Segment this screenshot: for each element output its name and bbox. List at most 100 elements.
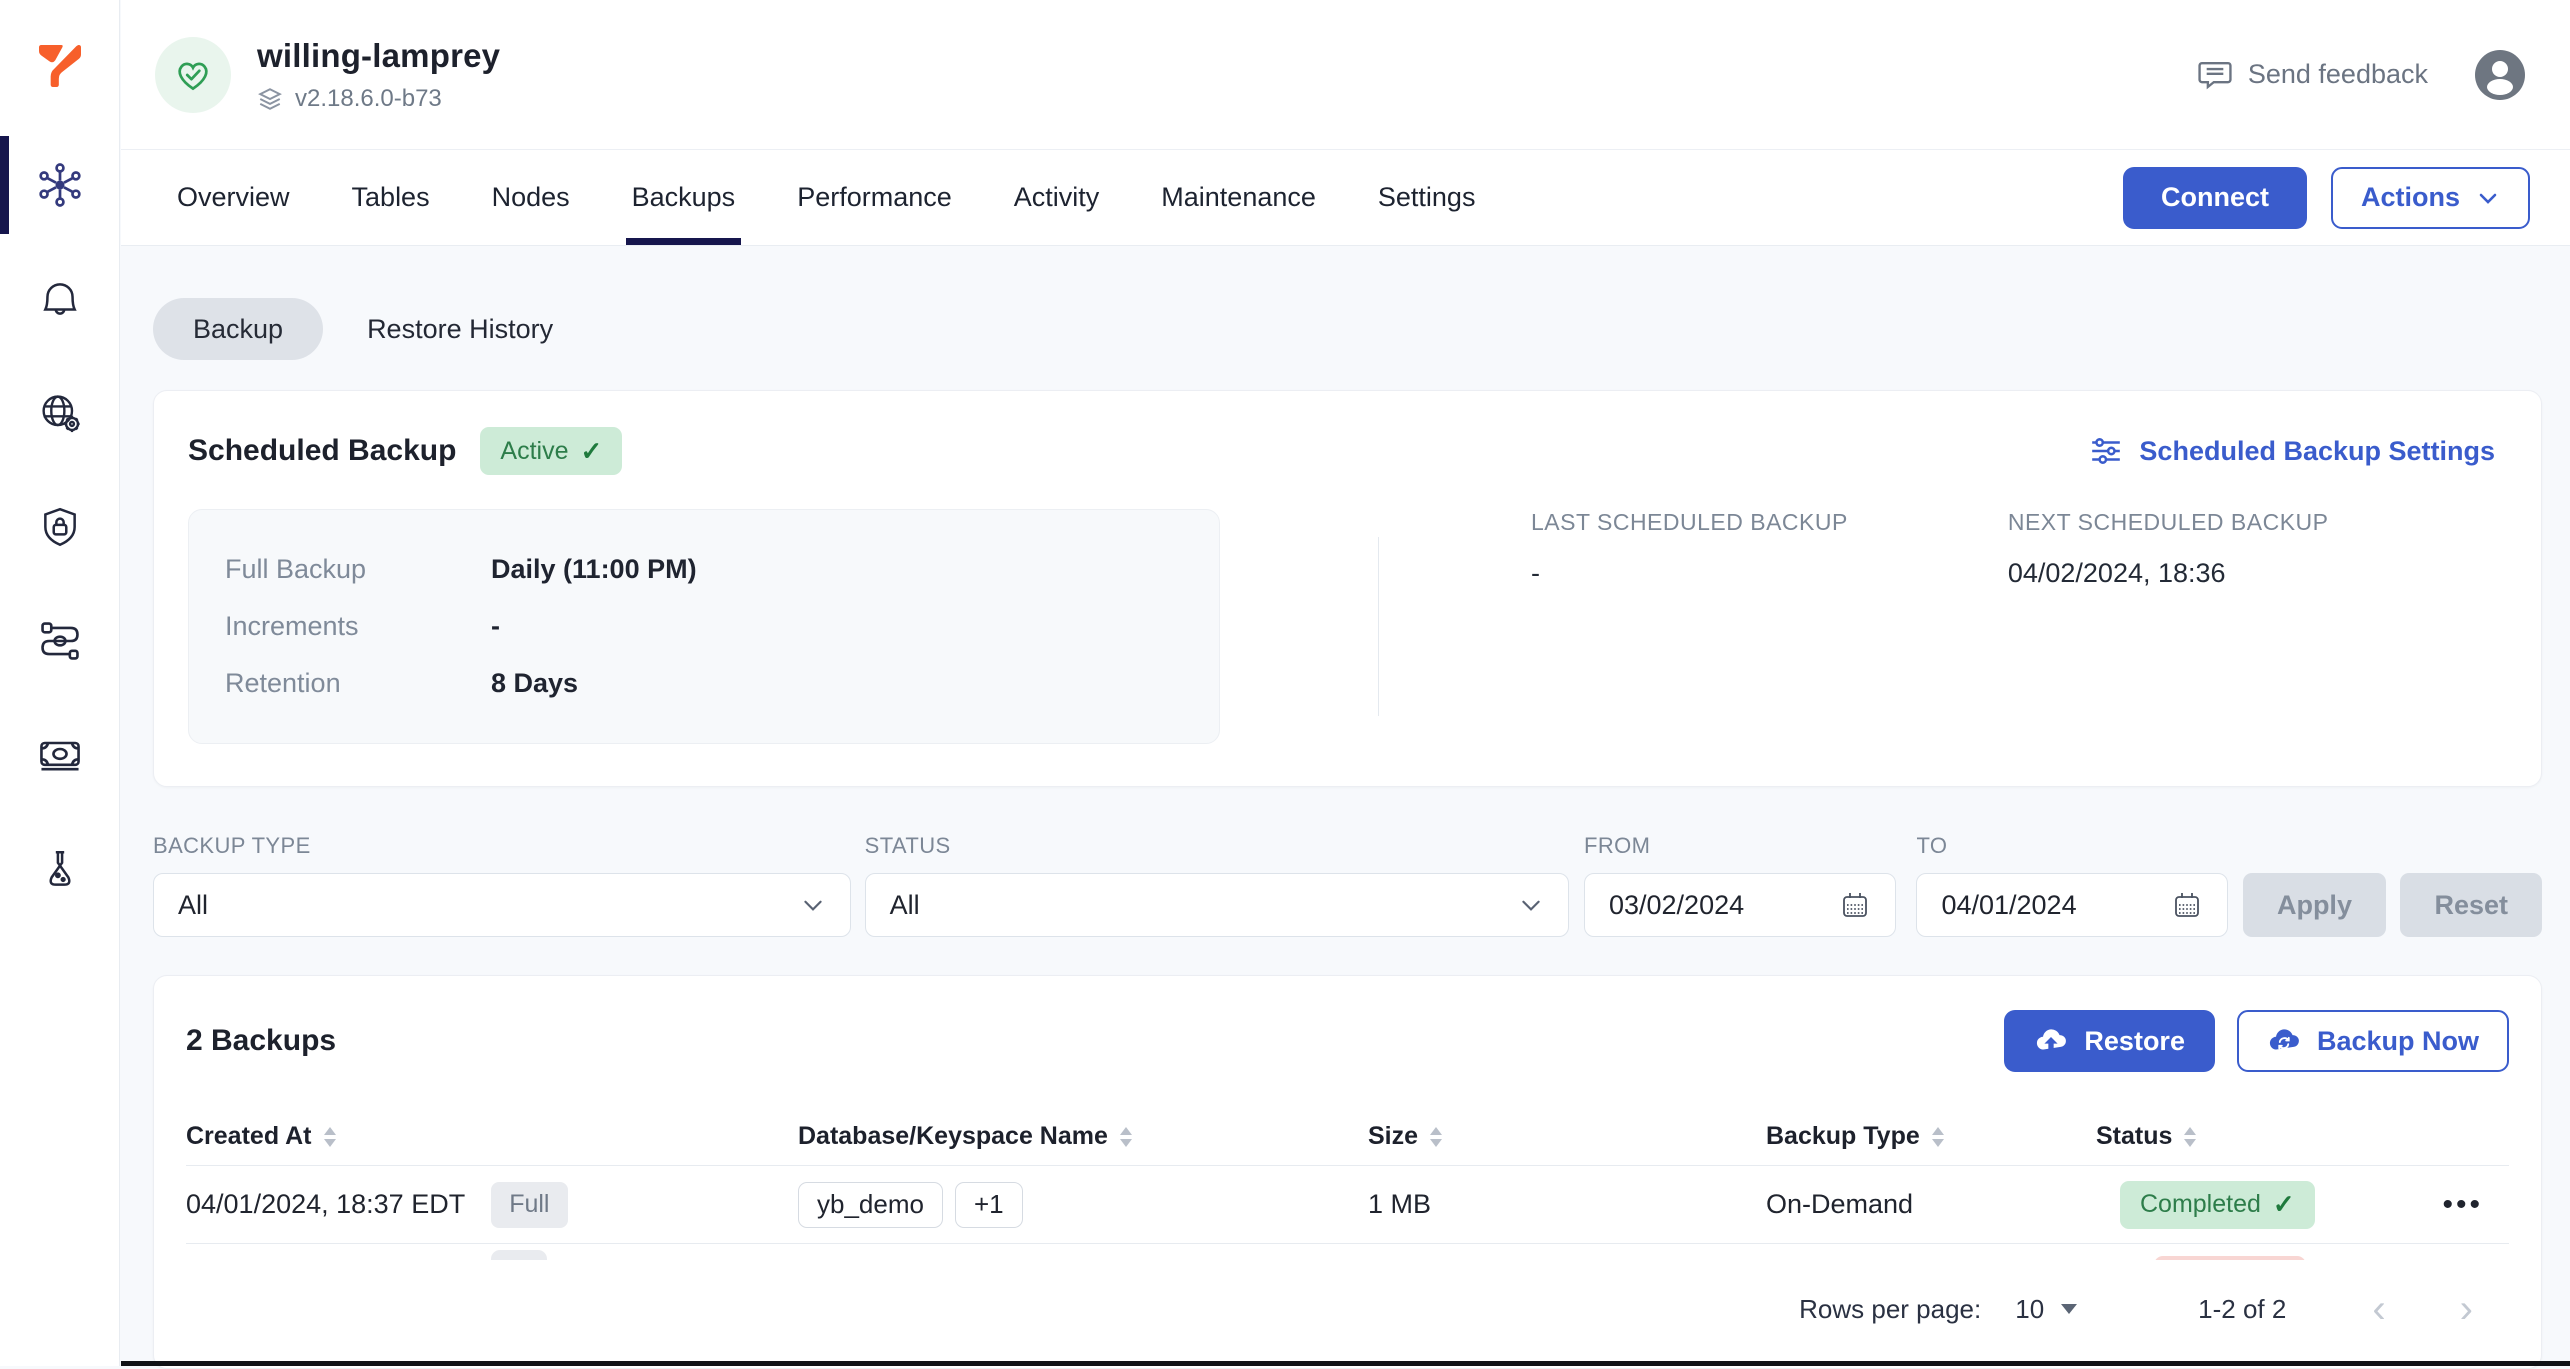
last-scheduled-backup-label: LAST SCHEDULED BACKUP	[1531, 509, 1848, 536]
next-page-button[interactable]: ›	[2460, 1289, 2473, 1329]
column-size[interactable]: Size	[1368, 1122, 1766, 1151]
column-database-keyspace[interactable]: Database/Keyspace Name	[798, 1122, 1368, 1151]
tab-tables[interactable]: Tables	[352, 150, 430, 245]
flask-icon	[37, 846, 83, 892]
tab-activity[interactable]: Activity	[1014, 150, 1100, 245]
backup-now-button[interactable]: Backup Now	[2237, 1010, 2509, 1072]
to-date-input[interactable]: 04/01/2024	[1916, 873, 2228, 937]
sidebar-item-cloud-config[interactable]	[0, 390, 120, 436]
rows-per-page-select[interactable]: 10	[2015, 1294, 2078, 1325]
cluster-health-icon	[155, 37, 231, 113]
workflow-icon	[36, 617, 84, 665]
full-backup-label: Full Backup	[225, 554, 491, 585]
shield-lock-icon	[37, 504, 83, 550]
retention-value: 8 Days	[491, 668, 578, 699]
chevron-down-icon	[2476, 186, 2500, 210]
status-select[interactable]: All	[865, 873, 1569, 937]
from-filter-label: FROM	[1584, 833, 1896, 859]
column-backup-type[interactable]: Backup Type	[1766, 1122, 2096, 1151]
keyspace-more-chip[interactable]: +1	[955, 1182, 1023, 1228]
sidebar-item-alerts[interactable]	[0, 276, 120, 322]
tab-backups[interactable]: Backups	[632, 150, 736, 245]
partial-kind-badge	[491, 1250, 547, 1260]
calendar-icon	[2171, 889, 2203, 921]
version-label: v2.18.6.0-b73	[295, 85, 442, 113]
actions-button[interactable]: Actions	[2331, 167, 2530, 229]
connect-button[interactable]: Connect	[2123, 167, 2307, 229]
table-row-partial	[186, 1244, 2509, 1260]
status-filter-label: STATUS	[865, 833, 1569, 859]
sidebar-item-security[interactable]	[0, 504, 120, 550]
check-icon: ✓	[581, 436, 603, 467]
partial-status-badge	[2154, 1256, 2306, 1260]
comment-icon	[2196, 56, 2234, 94]
subtab-backup[interactable]: Backup	[153, 298, 323, 360]
apply-button[interactable]: Apply	[2243, 873, 2386, 937]
sort-icon	[1118, 1126, 1134, 1148]
from-date-input[interactable]: 03/02/2024	[1584, 873, 1896, 937]
chevron-down-icon	[1518, 892, 1544, 918]
backups-table: Created At Database/Keyspace Name Size B…	[186, 1108, 2509, 1346]
tab-performance[interactable]: Performance	[797, 150, 952, 245]
reset-button[interactable]: Reset	[2400, 873, 2542, 937]
keyspace-chip[interactable]: yb_demo	[798, 1182, 943, 1228]
increments-label: Increments	[225, 611, 491, 642]
backups-list-card: 2 Backups Restore Back	[153, 975, 2542, 1369]
scheduled-backup-title: Scheduled Backup	[188, 434, 456, 468]
sidebar-item-clusters[interactable]	[0, 162, 120, 208]
sidebar-item-labs[interactable]	[0, 846, 120, 892]
last-scheduled-backup-value: -	[1531, 558, 1848, 589]
pagination-range: 1-2 of 2	[2198, 1294, 2286, 1325]
table-pagination: Rows per page: 10 1-2 of 2 ‹ ›	[186, 1272, 2509, 1346]
column-created-at[interactable]: Created At	[186, 1122, 798, 1151]
bell-icon	[37, 276, 83, 322]
user-avatar[interactable]	[2474, 49, 2526, 101]
tab-maintenance[interactable]: Maintenance	[1161, 150, 1316, 245]
scheduled-backup-card: Scheduled Backup Active ✓ Scheduled Back…	[153, 390, 2542, 787]
sort-icon	[1930, 1126, 1946, 1148]
full-backup-value: Daily (11:00 PM)	[491, 554, 697, 585]
scheduled-backup-settings-link[interactable]: Scheduled Backup Settings	[2089, 434, 2495, 468]
column-status[interactable]: Status	[2096, 1122, 2436, 1151]
sidebar-item-billing[interactable]	[0, 732, 120, 778]
schedule-detail-box: Full Backup Daily (11:00 PM) Increments …	[188, 509, 1220, 744]
cluster-tabbar: Overview Tables Nodes Backups Performanc…	[121, 150, 2570, 246]
send-feedback-button[interactable]: Send feedback	[2196, 56, 2428, 94]
previous-page-button[interactable]: ‹	[2372, 1289, 2385, 1329]
caret-down-icon	[2060, 1303, 2078, 1315]
page-title: willing-lamprey	[257, 37, 500, 75]
status-badge: Completed ✓	[2120, 1181, 2315, 1229]
backup-subtabs: Backup Restore History	[153, 298, 2542, 360]
sliders-icon	[2089, 434, 2123, 468]
money-icon	[36, 731, 84, 779]
tab-settings[interactable]: Settings	[1378, 150, 1476, 245]
backup-size: 1 MB	[1368, 1189, 1766, 1220]
restore-button[interactable]: Restore	[2004, 1010, 2215, 1072]
sort-icon	[322, 1126, 338, 1148]
sort-icon	[1428, 1126, 1444, 1148]
window-bottom-edge	[121, 1361, 2570, 1366]
row-menu-button[interactable]: •••	[2442, 1188, 2483, 1222]
chevron-down-icon	[800, 892, 826, 918]
check-icon: ✓	[2273, 1189, 2295, 1220]
backup-type-select[interactable]: All	[153, 873, 851, 937]
globe-gear-icon	[36, 389, 84, 437]
backup-kind-badge: Full	[491, 1182, 567, 1228]
next-scheduled-backup-value: 04/02/2024, 18:36	[2008, 558, 2329, 589]
next-scheduled-backup-label: NEXT SCHEDULED BACKUP	[2008, 509, 2329, 536]
backup-filters: BACKUP TYPE All STATUS All FROM 03/02/20…	[153, 833, 2542, 937]
vertical-divider	[1378, 537, 1379, 716]
yugabyte-logo-icon[interactable]	[32, 28, 88, 104]
increments-value: -	[491, 611, 500, 642]
active-status-badge: Active ✓	[480, 427, 622, 475]
backups-count-title: 2 Backups	[186, 1024, 336, 1058]
tab-nodes[interactable]: Nodes	[492, 150, 570, 245]
table-row[interactable]: 04/01/2024, 18:37 EDT Full yb_demo +1 1 …	[186, 1166, 2509, 1244]
rows-per-page-label: Rows per page:	[1799, 1294, 1981, 1325]
cluster-header: willing-lamprey v2.18.6.0-b73 Send feedb…	[121, 0, 2570, 150]
subtab-restore-history[interactable]: Restore History	[367, 314, 553, 345]
tab-overview[interactable]: Overview	[177, 150, 290, 245]
sidebar-item-automation[interactable]	[0, 618, 120, 664]
backup-type-value: On-Demand	[1766, 1189, 2096, 1220]
retention-label: Retention	[225, 668, 491, 699]
